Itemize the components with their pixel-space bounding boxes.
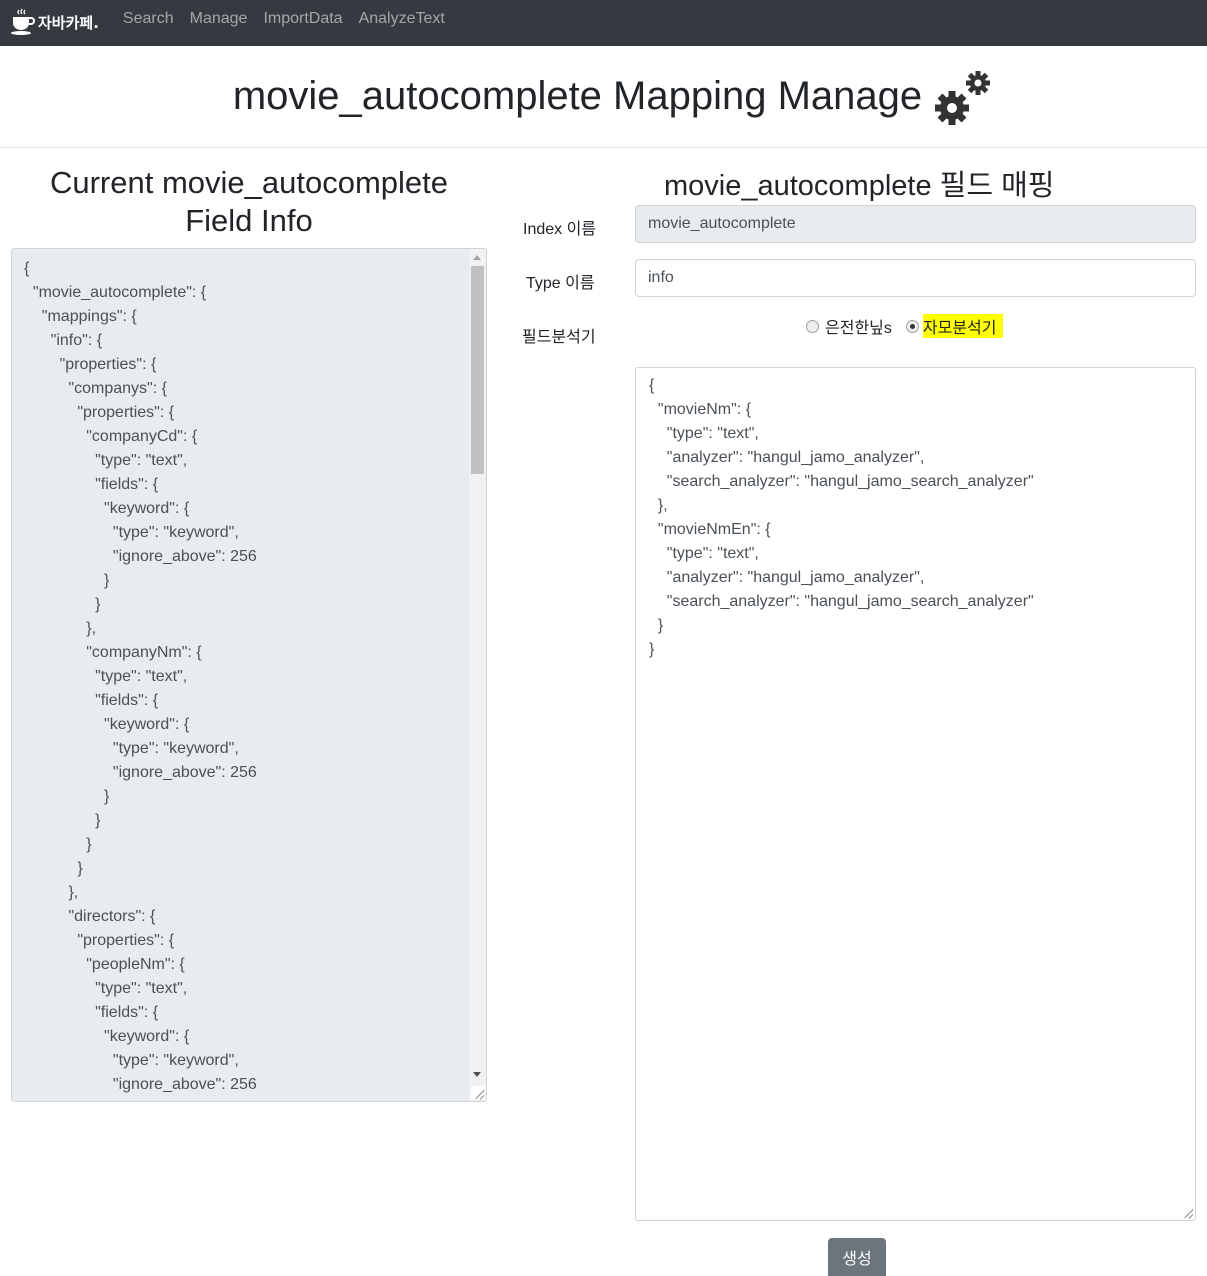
main-content: Current movie_autocomplete Field Info { … <box>0 148 1207 1276</box>
radio-option-seunjeon[interactable]: 은전한닢s <box>806 314 892 338</box>
gears-icon <box>935 70 991 125</box>
brand-name: 자바카페. <box>38 13 99 32</box>
scroll-down-arrow-icon[interactable] <box>473 1072 481 1077</box>
radio-button-checked[interactable] <box>905 319 919 333</box>
coffee-cup-icon <box>11 8 35 35</box>
brand-logo[interactable]: 자바카페. <box>10 8 99 36</box>
create-button[interactable]: 생성 <box>828 1238 886 1276</box>
page-header: movie_autocomplete Mapping Manage <box>0 46 1207 148</box>
title-line-1: Current movie_autocomplete <box>49 165 449 200</box>
type-name-label: Type 이름 <box>526 275 595 292</box>
navbar: 자바카페. Search Manage ImportData AnalyzeTe… <box>0 0 1207 46</box>
field-mapping-title: movie_autocomplete 필드 매핑 <box>664 170 1055 202</box>
resize-grip-icon[interactable] <box>1180 1205 1194 1219</box>
field-analyzer-label: 필드분석기 <box>522 329 596 346</box>
scroll-up-arrow-icon[interactable] <box>473 255 481 260</box>
page-title: movie_autocomplete Mapping Manage <box>232 74 923 118</box>
radio-option-jamo[interactable]: 자모분석기 <box>905 314 1003 338</box>
index-name-input[interactable]: movie_autocomplete <box>635 205 1196 243</box>
radio-label: 은전한닢s <box>825 320 892 337</box>
field-mapping-textarea[interactable]: { "movieNm": { "type": "text", "analyzer… <box>635 367 1196 1221</box>
current-mapping-text: { "movie_autocomplete": { "mappings": { … <box>24 260 257 1101</box>
resize-grip-icon[interactable] <box>471 1086 485 1100</box>
radio-label-highlighted: 자모분석기 <box>922 314 1003 338</box>
scrollbar-thumb[interactable] <box>471 266 484 474</box>
nav-manage[interactable]: Manage <box>190 10 248 28</box>
analyzer-radio-group: 은전한닢s 자모분석기 <box>806 314 1017 338</box>
textarea-scrollbar[interactable] <box>469 249 486 1101</box>
index-name-label: Index 이름 <box>523 221 597 238</box>
nav-analyze-text[interactable]: AnalyzeText <box>359 10 445 28</box>
type-name-input[interactable]: info <box>635 259 1196 297</box>
title-line-2: Field Info <box>185 203 313 238</box>
radio-button[interactable] <box>806 319 819 333</box>
current-mapping-textarea[interactable]: { "movie_autocomplete": { "mappings": { … <box>11 248 487 1102</box>
nav-import-data[interactable]: ImportData <box>263 10 342 28</box>
current-field-info-title: Current movie_autocomplete Field Info <box>12 164 486 240</box>
field-mapping-text: { "movieNm": { "type": "text", "analyzer… <box>649 377 1034 658</box>
nav-search[interactable]: Search <box>123 10 174 28</box>
